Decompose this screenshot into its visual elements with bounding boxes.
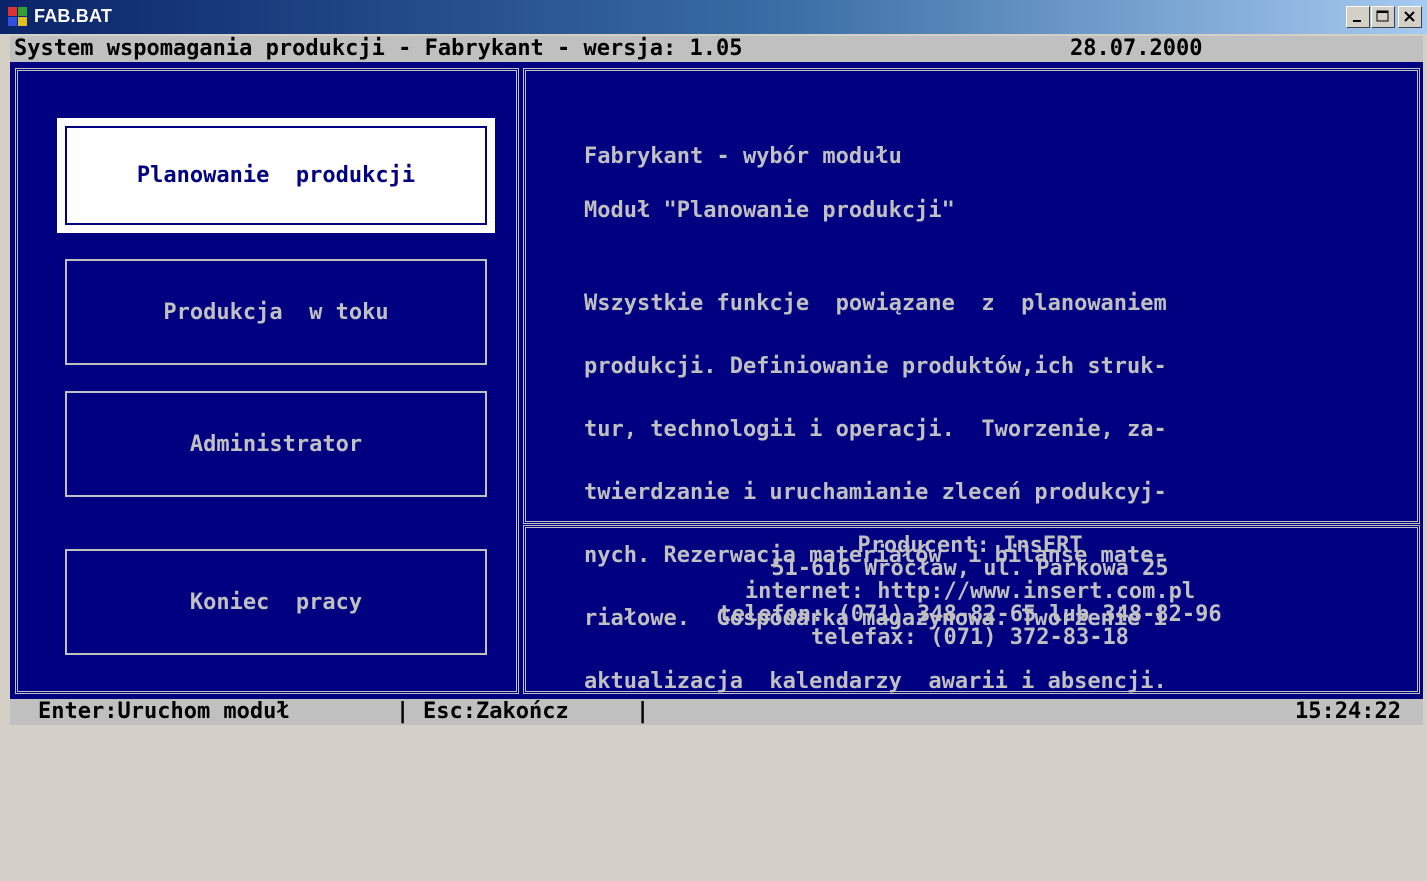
producer-line: telefon: (071) 348-82-65 lub 348-82-96 xyxy=(718,602,1222,627)
maximize-button[interactable] xyxy=(1371,6,1395,28)
maximize-icon xyxy=(1376,10,1389,22)
msdos-app-icon xyxy=(8,7,27,26)
info-heading: Fabrykant - wybór modułu xyxy=(584,144,902,169)
description-line: aktualizacja kalendarzy awarii i absencj… xyxy=(584,669,1167,694)
menu-item-label: Produkcja w toku xyxy=(163,299,389,325)
console-screen: System wspomagania produkcji - Fabrykant… xyxy=(10,36,1423,725)
enter-hint: Enter:Uruchom moduł xyxy=(38,699,290,724)
selection-border xyxy=(65,126,487,225)
module-description: Wszystkie funkcje powiązane z planowanie… xyxy=(584,251,1364,734)
minimize-button[interactable] xyxy=(1346,6,1370,28)
producer-line: 51-616 Wrocław, ul. Parkowa 25 xyxy=(771,556,1169,581)
system-title: System wspomagania produkcji - Fabrykant… xyxy=(14,36,743,61)
menu-administrator[interactable]: Administrator xyxy=(65,391,487,497)
status-bar: Enter:Uruchom moduł | Esc:Zakończ | 15:2… xyxy=(10,699,1423,725)
clock: 15:24:22 xyxy=(1295,699,1401,724)
window-title: FAB.BAT xyxy=(34,6,113,26)
close-button[interactable] xyxy=(1398,6,1422,28)
header-date: 28.07.2000 xyxy=(1070,36,1203,61)
menu-produkcja-w-toku[interactable]: Produkcja w toku xyxy=(65,259,487,365)
description-line: Wszystkie funkcje powiązane z planowanie… xyxy=(584,291,1167,316)
close-icon xyxy=(1404,11,1415,22)
description-line: tur, technologii i operacji. Tworzenie, … xyxy=(584,417,1167,442)
producer-line: Producent: InsERT xyxy=(857,533,1083,558)
status-separator: | xyxy=(396,699,410,724)
minimize-icon xyxy=(1353,20,1361,22)
header-bar: System wspomagania produkcji - Fabrykant… xyxy=(10,36,1423,62)
description-line: produkcji. Definiowanie produktów,ich st… xyxy=(584,354,1167,379)
producer-info: Producent: InsERT 51-616 Wrocław, ul. Pa… xyxy=(530,534,1410,649)
status-separator: | xyxy=(636,699,650,724)
window-titlebar[interactable]: FAB.BAT xyxy=(0,0,1427,34)
producer-line: telefax: (071) 372-83-18 xyxy=(811,625,1129,650)
menu-item-label: Koniec pracy xyxy=(189,589,363,615)
menu-koniec-pracy[interactable]: Koniec pracy xyxy=(65,549,487,655)
menu-planowanie-produkcji[interactable]: Planowanie produkcji xyxy=(57,118,495,233)
producer-line: internet: http://www.insert.com.pl xyxy=(744,579,1196,604)
menu-item-label: Administrator xyxy=(189,431,363,457)
esc-hint: Esc:Zakończ xyxy=(423,699,569,724)
module-name: Moduł "Planowanie produkcji" xyxy=(584,198,955,223)
description-line: twierdzanie i uruchamianie zleceń produk… xyxy=(584,480,1167,505)
